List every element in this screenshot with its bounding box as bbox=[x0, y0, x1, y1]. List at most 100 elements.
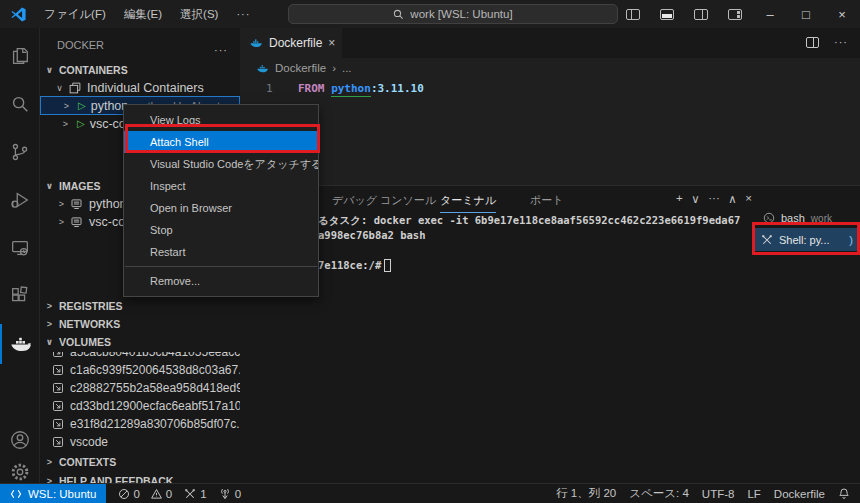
tasks-indicator[interactable]: 1 bbox=[184, 488, 206, 500]
volumes-list: a5cacb80401b5cb4a1055eeacc0e... c1a6c939… bbox=[40, 352, 240, 456]
docker-view-icon[interactable] bbox=[0, 324, 40, 364]
tab-label: Dockerfile bbox=[269, 36, 322, 50]
bell-icon[interactable] bbox=[838, 487, 850, 500]
remote-explorer-icon[interactable] bbox=[0, 228, 40, 268]
chevron-down-icon: ∨ bbox=[54, 83, 65, 93]
terminal-output[interactable]: るタスク: docker exec -it 6b9e17e118ce8aaf56… bbox=[318, 213, 740, 273]
editor-more-icon[interactable]: ··· bbox=[834, 36, 848, 48]
vscode-logo bbox=[10, 6, 27, 23]
tab-terminal[interactable]: ターミナル bbox=[440, 193, 496, 213]
annotation-box-shell-terminal bbox=[752, 222, 860, 255]
editor-tab-bar: Dockerfile × bbox=[240, 28, 860, 58]
activity-bar bbox=[0, 28, 40, 483]
volume-icon bbox=[52, 418, 64, 430]
antenna-icon bbox=[219, 488, 231, 500]
remote-icon bbox=[10, 488, 22, 500]
breadcrumb-file: Dockerfile bbox=[275, 62, 326, 74]
volume-icon bbox=[52, 400, 64, 412]
window-minimize-button[interactable]: – bbox=[752, 7, 788, 22]
encoding[interactable]: UTF-8 bbox=[702, 488, 735, 500]
toggle-secondary-sidebar-icon[interactable] bbox=[694, 9, 708, 20]
search-view-icon[interactable] bbox=[0, 84, 40, 124]
annotation-box-attach-shell bbox=[125, 124, 320, 153]
menu-edit[interactable]: 編集(E) bbox=[115, 7, 171, 22]
eol[interactable]: LF bbox=[747, 488, 760, 500]
editor-code-area[interactable]: 1 FROM python:3.11.10 bbox=[240, 78, 860, 185]
window-close-button[interactable]: × bbox=[824, 7, 860, 22]
panel-maximize-icon[interactable]: ∧ bbox=[728, 192, 736, 206]
tools-icon bbox=[184, 488, 196, 500]
volume-icon bbox=[52, 382, 64, 394]
terminal-dropdown-icon[interactable]: ∨ bbox=[691, 192, 699, 206]
section-networks[interactable]: >NETWORKS bbox=[40, 314, 240, 333]
image-icon bbox=[70, 198, 83, 210]
menu-item-remove[interactable]: Remove... bbox=[124, 270, 318, 292]
terminal-cursor bbox=[384, 259, 391, 272]
toggle-panel-icon[interactable] bbox=[660, 9, 674, 20]
split-editor-icon[interactable] bbox=[806, 37, 819, 48]
tree-item-volume[interactable]: c1a6c939f520064538d8c03a67... bbox=[40, 361, 240, 379]
menu-item-inspect[interactable]: Inspect bbox=[124, 175, 318, 197]
chevron-down-icon: ∨ bbox=[44, 65, 55, 75]
menu-item-attach-vscode[interactable]: Visual Studio Codeをアタッチする bbox=[124, 153, 318, 175]
tree-item-volume[interactable]: cd33bd12900ecfac6eabf517a10... bbox=[40, 397, 240, 415]
chevron-right-icon: > bbox=[44, 457, 55, 467]
customize-layout-icon[interactable] bbox=[728, 9, 742, 20]
window-maximize-button[interactable]: □ bbox=[788, 7, 824, 22]
menu-file[interactable]: ファイル(F) bbox=[35, 7, 115, 22]
section-registries[interactable]: >REGISTRIES bbox=[40, 296, 240, 315]
chevron-right-icon: > bbox=[44, 476, 55, 484]
tab-close-icon[interactable]: × bbox=[328, 36, 335, 50]
menu-separator bbox=[125, 266, 317, 267]
run-debug-icon[interactable] bbox=[0, 180, 40, 220]
section-volumes[interactable]: ∨VOLUMES bbox=[40, 332, 240, 351]
container-running-icon: ▷ bbox=[78, 100, 86, 111]
docker-file-icon bbox=[256, 62, 269, 75]
volume-icon bbox=[52, 352, 64, 358]
tab-debug-console[interactable]: デバッグ コンソール bbox=[332, 193, 436, 208]
remote-indicator[interactable]: WSL: Ubuntu bbox=[0, 484, 106, 503]
breadcrumb[interactable]: Dockerfile › ... bbox=[240, 58, 860, 78]
container-group-icon bbox=[69, 82, 81, 94]
source-control-icon[interactable] bbox=[0, 132, 40, 172]
menu-item-open-in-browser[interactable]: Open in Browser bbox=[124, 197, 318, 219]
command-center-search[interactable]: work [WSL: Ubuntu] bbox=[288, 4, 618, 24]
chevron-down-icon: ∨ bbox=[44, 181, 55, 191]
chevron-right-icon: > bbox=[44, 301, 55, 311]
breadcrumb-more: ... bbox=[342, 62, 352, 74]
menu-item-stop[interactable]: Stop bbox=[124, 219, 318, 241]
panel-close-icon[interactable]: × bbox=[745, 192, 752, 206]
section-contexts[interactable]: >CONTEXTS bbox=[40, 452, 240, 471]
line-number: 1 bbox=[266, 82, 273, 95]
tree-item-volume[interactable]: e31f8d21289a830706b85df07c... bbox=[40, 415, 240, 433]
menu-select[interactable]: 選択(S) bbox=[171, 7, 227, 22]
section-containers[interactable]: ∨CONTAINERS bbox=[40, 60, 240, 79]
error-icon bbox=[118, 488, 130, 500]
menu-item-restart[interactable]: Restart bbox=[124, 241, 318, 263]
ports-indicator[interactable]: 0 bbox=[219, 488, 241, 500]
chevron-right-icon: > bbox=[61, 101, 72, 111]
explorer-icon[interactable] bbox=[0, 36, 40, 76]
problems-indicator[interactable]: 0 0 bbox=[118, 488, 172, 500]
section-help[interactable]: >HELP AND FEEDBACK bbox=[40, 471, 240, 483]
indentation[interactable]: スペース: 4 bbox=[629, 486, 689, 501]
panel-more-icon[interactable]: ··· bbox=[708, 192, 720, 206]
extensions-icon[interactable] bbox=[0, 276, 40, 316]
volume-icon bbox=[52, 364, 64, 376]
language-mode[interactable]: Dockerfile bbox=[774, 488, 825, 500]
cursor-position[interactable]: 行 1、列 20 bbox=[556, 486, 616, 501]
tree-item-volume[interactable]: a5cacb80401b5cb4a1055eeacc0e... bbox=[40, 352, 240, 361]
tree-item-volume[interactable]: vscode bbox=[40, 433, 240, 451]
sidebar-more-icon[interactable]: ··· bbox=[214, 44, 228, 56]
tab-ports[interactable]: ポート bbox=[530, 193, 564, 208]
code-line: FROM python:3.11.10 bbox=[298, 82, 424, 95]
tree-item-volume[interactable]: c28882755b2a58ea958d418ed9... bbox=[40, 379, 240, 397]
volume-icon bbox=[52, 436, 64, 448]
chevron-right-icon: > bbox=[56, 199, 67, 209]
tab-dockerfile[interactable]: Dockerfile × bbox=[240, 28, 342, 58]
menubar-more-icon[interactable]: ··· bbox=[227, 8, 259, 20]
toggle-sidebar-icon[interactable] bbox=[626, 9, 640, 20]
chevron-right-icon: > bbox=[60, 119, 71, 129]
tree-item-individual-containers[interactable]: ∨ Individual Containers bbox=[40, 78, 240, 97]
new-terminal-icon[interactable]: + bbox=[676, 192, 683, 206]
